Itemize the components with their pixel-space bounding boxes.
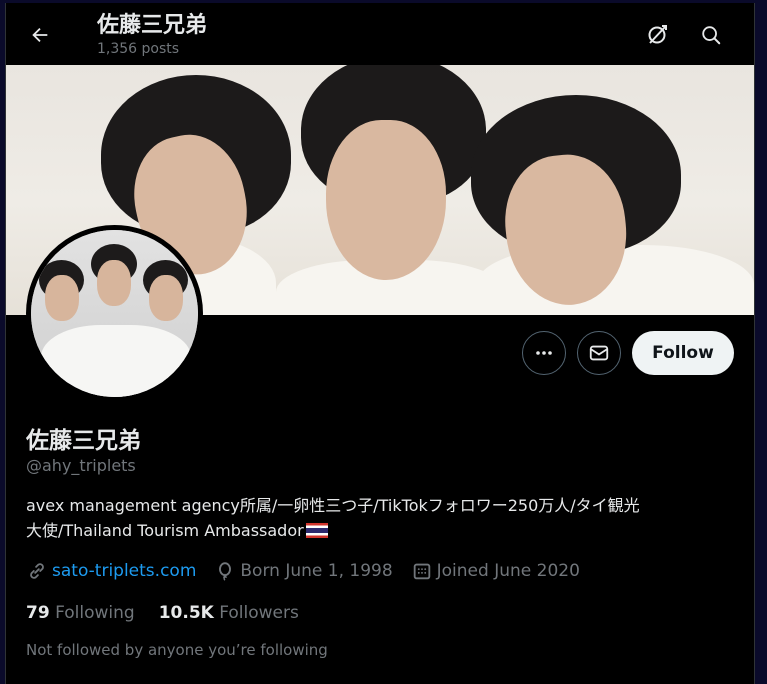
follow-button[interactable]: Follow — [632, 331, 734, 375]
born-date: Born June 1, 1998 — [240, 561, 393, 581]
website-item: sato-triplets.com — [26, 560, 196, 582]
link-icon — [30, 563, 44, 579]
arrow-left-icon — [32, 27, 48, 43]
bio-line-2: 大使/Thailand Tourism Ambassador — [26, 521, 304, 540]
joined-item: Joined June 2020 — [411, 560, 580, 582]
profile-page: 佐藤三兄弟 1,356 posts Follow 佐藤三兄弟 @ahy_trip… — [5, 3, 755, 684]
following-label: Following — [55, 603, 135, 623]
thailand-flag-icon — [305, 523, 328, 538]
followers-label: Followers — [219, 603, 299, 623]
bio-line-1: avex management agency所属/一卵性三つ子/TikTokフォ… — [26, 496, 640, 515]
follow-stats: 79 Following 10.5K Followers — [26, 603, 323, 623]
display-name: 佐藤三兄弟 — [26, 428, 141, 454]
more-icon — [536, 351, 552, 355]
joined-date: Joined June 2020 — [436, 561, 580, 581]
search-icon — [702, 26, 721, 45]
grok-icon — [648, 25, 667, 44]
birthday-item: Born June 1, 1998 — [214, 560, 393, 582]
user-handle: @ahy_triplets — [26, 456, 136, 475]
profile-avatar[interactable] — [26, 225, 203, 402]
website-link[interactable]: sato-triplets.com — [52, 561, 196, 581]
calendar-icon — [413, 563, 430, 580]
page-title: 佐藤三兄弟 — [97, 13, 208, 38]
following-count: 79 — [26, 603, 50, 623]
search-button[interactable] — [695, 19, 727, 51]
back-button[interactable] — [24, 19, 56, 51]
top-bar: 佐藤三兄弟 1,356 posts — [6, 3, 754, 65]
mutual-followers-text: Not followed by anyone you’re following — [26, 641, 328, 659]
more-options-button[interactable] — [522, 331, 566, 375]
avatar-photo — [31, 230, 198, 397]
envelope-icon — [589, 345, 609, 361]
profile-bio: avex management agency所属/一卵性三つ子/TikTokフォ… — [26, 493, 738, 543]
balloon-icon — [219, 562, 232, 581]
followers-stat[interactable]: 10.5K Followers — [159, 603, 299, 623]
followers-count: 10.5K — [158, 603, 214, 623]
grok-button[interactable] — [641, 19, 673, 51]
message-button[interactable] — [577, 331, 621, 375]
following-stat[interactable]: 79 Following — [26, 603, 135, 623]
post-count: 1,356 posts — [97, 41, 180, 57]
profile-meta: sato-triplets.com Born June 1, 1998 Join… — [26, 559, 598, 583]
